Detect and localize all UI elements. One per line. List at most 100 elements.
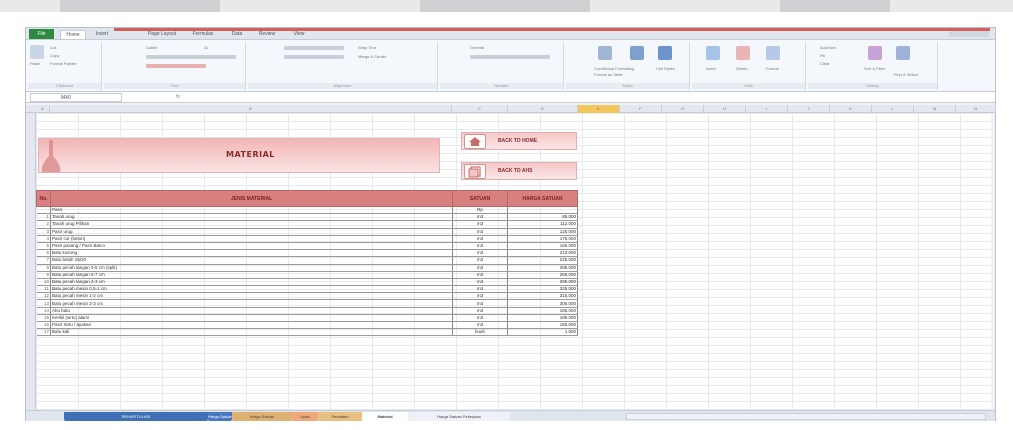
table-row[interactable]: 2 Tanah urug Pilihan m3 112.000: [36, 220, 578, 229]
cell-no[interactable]: 5: [36, 242, 51, 251]
cell-satuan[interactable]: m3: [452, 242, 508, 251]
cell-harga[interactable]: 185.000: [507, 307, 578, 315]
cell-no[interactable]: 17: [36, 328, 51, 337]
file-tab[interactable]: File: [29, 29, 54, 39]
table-row[interactable]: 6 Batu kosong m3 210.000: [36, 249, 578, 258]
cell-no[interactable]: 10: [36, 278, 51, 287]
table-row[interactable]: 7 Batu belah 15/20 m3 225.000: [36, 256, 578, 265]
cell-satuan[interactable]: m3: [452, 307, 508, 315]
cell-harga[interactable]: 285.000: [507, 264, 578, 272]
align-buttons[interactable]: [284, 46, 344, 50]
wrap-text-button[interactable]: Wrap Text: [358, 45, 376, 50]
cell-jenis[interactable]: Batu pecah tangan 5-7 cm: [50, 271, 453, 279]
cell-no[interactable]: 12: [36, 292, 51, 301]
cell-satuan[interactable]: m3: [452, 321, 508, 330]
indent-buttons[interactable]: [284, 55, 344, 59]
cell-harga[interactable]: 295.000: [507, 278, 578, 287]
cell-satuan[interactable]: m3: [452, 314, 508, 323]
cell-satuan[interactable]: m3: [452, 249, 508, 258]
cell-no[interactable]: 4: [36, 235, 51, 243]
column-header[interactable]: I: [746, 105, 788, 113]
conditional-formatting-icon[interactable]: [598, 46, 612, 60]
cell-satuan[interactable]: m3: [452, 228, 508, 236]
column-header[interactable]: H: [704, 105, 746, 113]
cell-satuan[interactable]: m3: [452, 271, 508, 279]
column-header[interactable]: K: [830, 105, 872, 113]
cell-jenis[interactable]: Batu pecah tangan 3-5 cm (split): [50, 264, 453, 272]
cell-no[interactable]: 14: [36, 307, 51, 315]
tab-insert[interactable]: Insert: [90, 30, 114, 39]
table-row[interactable]: 8 Batu pecah tangan 3-5 cm (split) m3 285.0…: [36, 264, 578, 272]
column-header[interactable]: G: [662, 105, 704, 113]
column-header[interactable]: A: [36, 105, 50, 113]
cell-jenis[interactable]: Batu pecah mesin 1-2 cm: [50, 292, 453, 301]
format-painter-button[interactable]: Format Painter: [50, 61, 76, 66]
column-header[interactable]: J: [788, 105, 830, 113]
cell-jenis[interactable]: Kerikil (sirtu) alami: [50, 314, 453, 323]
sort-filter-icon[interactable]: [868, 46, 882, 60]
cell-harga[interactable]: 225.000: [507, 256, 578, 265]
cell-jenis[interactable]: Batu pecah mesin 2-3 cm: [50, 299, 453, 308]
fill-button[interactable]: Fill: [820, 53, 825, 58]
delete-cells-icon[interactable]: [736, 46, 750, 60]
tab-page-layout[interactable]: Page Layout: [144, 30, 180, 39]
cell-satuan[interactable]: m3: [452, 256, 508, 265]
cell-satuan[interactable]: m3: [452, 264, 508, 272]
tab-data[interactable]: Data: [226, 30, 248, 39]
cell-jenis[interactable]: Batu kosong: [50, 249, 453, 258]
table-row[interactable]: 4 Pasir cor (beton) m3 175.000: [36, 235, 578, 243]
cell-satuan[interactable]: m3: [452, 213, 508, 222]
format-as-table-icon[interactable]: [630, 46, 644, 60]
sheet-tab[interactable]: Harga Satuan: [208, 412, 232, 421]
cell-harga[interactable]: 125.000: [507, 228, 578, 236]
column-header[interactable]: N: [956, 105, 996, 113]
table-row[interactable]: 1 Tanah urug m3 85.000: [36, 213, 578, 222]
copy-button[interactable]: Copy: [50, 53, 59, 58]
cell-harga[interactable]: 315.000: [507, 292, 578, 301]
cell-jenis[interactable]: Batu pecah tangan 2-3 cm: [50, 278, 453, 287]
cell-jenis[interactable]: Abu batu: [50, 307, 453, 315]
table-row[interactable]: Pasir Rp: [36, 206, 578, 215]
cell-harga[interactable]: [507, 206, 578, 215]
column-header[interactable]: L: [872, 105, 914, 113]
horizontal-scrollbar[interactable]: [626, 413, 986, 420]
table-row[interactable]: 11 Batu pecah mesin 0,5-1 cm m3 325.000: [36, 285, 578, 294]
cell-no[interactable]: 15: [36, 314, 51, 323]
cell-harga[interactable]: 1.500: [507, 328, 578, 337]
sheet-tab-active[interactable]: Material: [362, 412, 408, 421]
tab-review[interactable]: Review: [254, 30, 280, 39]
sheet-tab[interactable]: REKAPITULASI: [64, 412, 208, 421]
sheet-tab[interactable]: Upah: [292, 412, 318, 421]
cell-no[interactable]: 13: [36, 299, 51, 308]
tab-home[interactable]: Home: [60, 30, 86, 39]
cell-jenis[interactable]: Pasir cor (beton): [50, 235, 453, 243]
font-size-select[interactable]: 11: [204, 45, 208, 50]
merge-center-button[interactable]: Merge & Center: [358, 54, 386, 59]
cell-no[interactable]: 7: [36, 256, 51, 265]
cell-jenis[interactable]: Batu pecah mesin 0,5-1 cm: [50, 285, 453, 294]
column-header[interactable]: D: [508, 105, 578, 113]
cell-jenis[interactable]: Batu kali: [50, 328, 453, 337]
cell-satuan[interactable]: m3: [452, 220, 508, 229]
autosum-button[interactable]: AutoSum: [820, 45, 836, 50]
cell-satuan[interactable]: m3: [452, 285, 508, 294]
cell-satuan[interactable]: m3: [452, 292, 508, 301]
column-header[interactable]: M: [914, 105, 956, 113]
number-format-select[interactable]: General: [470, 45, 484, 50]
tab-formulas[interactable]: Formulas: [188, 30, 218, 39]
paste-icon[interactable]: [30, 45, 44, 59]
cell-jenis[interactable]: Batu belah 15/20: [50, 256, 453, 265]
cell-jenis[interactable]: Pasir urug: [50, 228, 453, 236]
cell-no[interactable]: 1: [36, 213, 51, 222]
table-row[interactable]: 15 Kerikil (sirtu) alami m3 195.000: [36, 314, 578, 323]
table-row[interactable]: 9 Batu pecah tangan 5-7 cm m3 265.000: [36, 271, 578, 279]
table-row[interactable]: 17 Batu kali buah 1.500: [36, 328, 578, 337]
cell-harga[interactable]: 265.000: [507, 271, 578, 279]
font-color-button[interactable]: [146, 64, 206, 68]
cell-no[interactable]: [36, 206, 51, 215]
fx-icon[interactable]: fx: [176, 94, 186, 101]
sheet-tab[interactable]: Harga Satuan Pekerjaan: [408, 412, 510, 421]
clear-button[interactable]: Clear: [820, 61, 830, 66]
cell-satuan[interactable]: m3: [452, 278, 508, 287]
cell-satuan[interactable]: buah: [452, 328, 508, 337]
